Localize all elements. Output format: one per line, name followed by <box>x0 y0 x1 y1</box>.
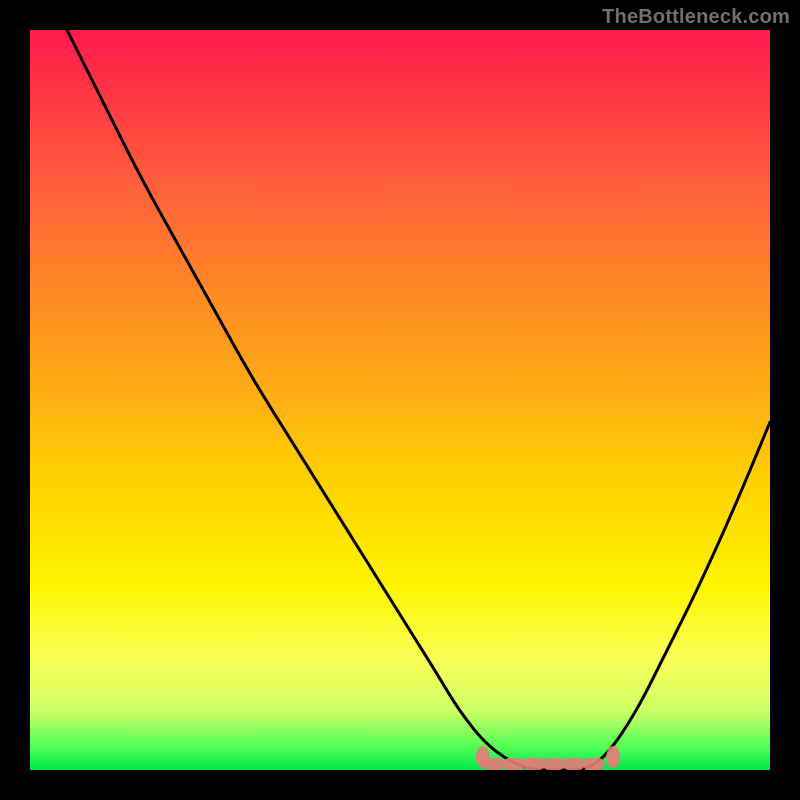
chart-frame: TheBottleneck.com <box>0 0 800 800</box>
curve-svg <box>30 30 770 770</box>
plot-area <box>30 30 770 770</box>
optimal-range-end-icon <box>606 746 620 768</box>
bottleneck-curve <box>30 0 770 770</box>
optimal-range-start-icon <box>476 746 490 768</box>
watermark-text: TheBottleneck.com <box>602 6 790 29</box>
